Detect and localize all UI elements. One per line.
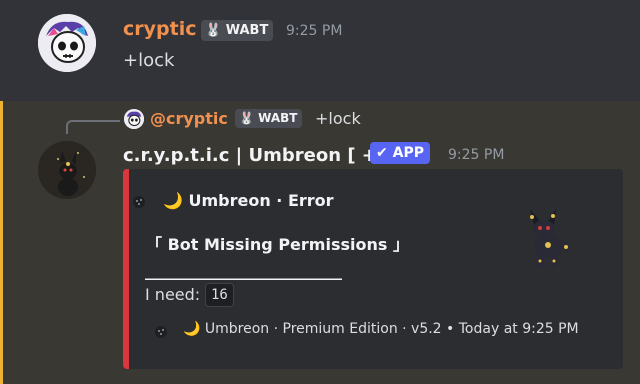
app-badge-label: APP (392, 145, 424, 161)
bunny-icon: 🐰 (205, 23, 222, 38)
message-cryptic: cryptic 🐰 WABT 9:25 PM +lock (0, 0, 640, 100)
reply-mention[interactable]: @cryptic (150, 109, 228, 128)
reply-spine (66, 120, 120, 134)
umbreon-avatar-icon (38, 141, 96, 199)
umbreon-thumbnail-icon[interactable] (518, 207, 574, 271)
message-content: +lock (123, 50, 175, 71)
embed-accent-bar (123, 169, 129, 369)
timestamp[interactable]: 9:25 PM (448, 147, 504, 163)
server-tag[interactable]: 🐰 WABT (201, 20, 274, 41)
reply-avatar[interactable] (124, 109, 144, 129)
app-badge: ✔ APP (370, 142, 430, 164)
embed-footer: 🌙 Umbreon · Premium Edition · v5.2 • Tod… (183, 321, 579, 337)
error-embed: 🌙 Umbreon · Error 「 Bot Missing Permissi… (123, 169, 623, 369)
verified-check-icon: ✔ (376, 145, 388, 161)
embed-author[interactable]: 🌙 Umbreon · Error (163, 191, 334, 210)
need-value-code: 16 (205, 283, 234, 307)
avatar-umbreon-bot[interactable] (38, 141, 96, 199)
reply-server-tag-label: WABT (258, 111, 298, 125)
footer-icon (155, 326, 167, 338)
server-tag-label: WABT (225, 23, 269, 38)
need-label: I need: (145, 285, 201, 304)
bunny-icon: 🐰 (239, 111, 254, 125)
embed-title: 「 Bot Missing Permissions 」 (146, 235, 409, 254)
mention-highlight-bar (0, 101, 3, 384)
reply-server-tag[interactable]: 🐰 WABT (235, 109, 303, 128)
avatar-cryptic[interactable] (38, 14, 96, 72)
author-avatar-icon (133, 196, 145, 208)
reply-content[interactable]: +lock (315, 109, 361, 128)
embed-separator: ____________________________ (145, 261, 342, 280)
timestamp[interactable]: 9:25 PM (286, 23, 342, 39)
skull-avatar-icon (38, 14, 96, 72)
skull-avatar-icon (124, 109, 144, 129)
username-cryptic[interactable]: cryptic (123, 18, 196, 40)
message-umbreon-bot: @cryptic 🐰 WABT +lock c.r.y.p.t.i.c | Um… (0, 101, 640, 384)
bot-username[interactable]: c.r.y.p.t.i.c | Umbreon [ + ] (123, 145, 391, 166)
